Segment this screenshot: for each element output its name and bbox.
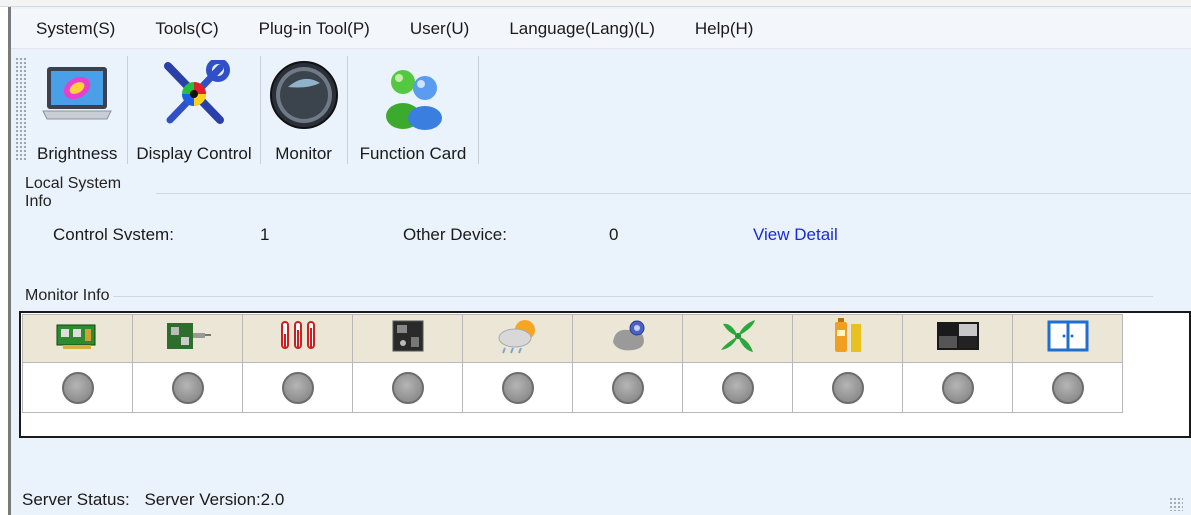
- status-indicator: [721, 371, 754, 404]
- status-cell: [572, 362, 683, 413]
- monitor-status-row: [22, 362, 1123, 413]
- other-device-label: Other Device:: [403, 225, 507, 244]
- status-indicator: [61, 371, 94, 404]
- display-control-label: Display Control: [136, 144, 252, 163]
- users-icon: [373, 60, 453, 130]
- temperature-icon: [242, 314, 353, 363]
- weather-icon: [462, 314, 573, 363]
- status-cell: [1012, 362, 1123, 413]
- resize-grip[interactable]: [1169, 497, 1183, 511]
- menu-plugin-tool[interactable]: Plug-in Tool(P): [235, 19, 386, 39]
- toolbar: Brightness Display Control Monitor Funct…: [11, 50, 1191, 170]
- monitor-button[interactable]: Monitor: [261, 56, 348, 164]
- local-system-info-title-text: Local System Info: [25, 175, 122, 210]
- toolbar-grip[interactable]: [15, 57, 27, 161]
- status-indicator: [281, 371, 314, 404]
- app-window: System(S) Tools(C) Plug-in Tool(P) User(…: [8, 7, 1191, 515]
- monitor-info-table: [19, 311, 1191, 438]
- circuit-board-icon: [352, 314, 463, 363]
- status-cell: [462, 362, 573, 413]
- status-cell: [132, 362, 243, 413]
- menu-help[interactable]: Help(H): [671, 19, 770, 39]
- cabinet-door-icon: [1012, 314, 1123, 363]
- monitor-label: Monitor: [275, 144, 332, 163]
- status-bar: Server Status: Server Version:2.0: [22, 490, 294, 510]
- brightness-button[interactable]: Brightness: [27, 56, 129, 164]
- power-supply-icon: [792, 314, 903, 363]
- function-card-label: Function Card: [359, 144, 467, 163]
- status-cell: [22, 362, 133, 413]
- display-control-button[interactable]: Display Control: [128, 56, 261, 164]
- receiving-card-icon: [22, 314, 133, 363]
- monitor-info-title-text: Monitor Info: [25, 287, 110, 304]
- window-top-edge: [0, 0, 1191, 7]
- menu-language[interactable]: Language(Lang)(L): [485, 19, 671, 39]
- status-cell: [792, 362, 903, 413]
- view-detail-link[interactable]: View Detail: [753, 225, 838, 245]
- menu-user[interactable]: User(U): [386, 19, 486, 39]
- network-card-icon: [132, 314, 243, 363]
- laptop-brightness-icon: [37, 60, 117, 130]
- status-cell: [352, 362, 463, 413]
- menu-system[interactable]: System(S): [11, 19, 131, 39]
- server-status-label: Server Status:: [22, 490, 130, 509]
- control-system-label: Control Svstem:: [53, 225, 174, 244]
- smoke-sensor-icon: [572, 314, 683, 363]
- local-system-info-title: Local System Info: [25, 175, 1191, 211]
- status-indicator: [171, 371, 204, 404]
- status-indicator: [391, 371, 424, 404]
- monitor-dome-icon: [267, 60, 341, 130]
- status-indicator: [501, 371, 534, 404]
- server-version: Server Version:2.0: [144, 490, 285, 509]
- status-indicator: [941, 371, 974, 404]
- status-cell: [242, 362, 353, 413]
- fan-icon: [682, 314, 793, 363]
- menu-bar: System(S) Tools(C) Plug-in Tool(P) User(…: [11, 9, 1191, 49]
- control-system-value: 1: [260, 225, 270, 244]
- other-device-value: 0: [609, 225, 619, 244]
- monitor-header-row: [22, 314, 1123, 363]
- tools-color-wheel-icon: [154, 60, 234, 130]
- menu-tools[interactable]: Tools(C): [131, 19, 234, 39]
- function-card-button[interactable]: Function Card: [348, 56, 480, 164]
- status-indicator: [1051, 371, 1084, 404]
- status-indicator: [611, 371, 644, 404]
- status-cell: [682, 362, 793, 413]
- status-cell: [902, 362, 1013, 413]
- screen-module-icon: [902, 314, 1013, 363]
- brightness-label: Brightness: [37, 144, 118, 163]
- monitor-info-title: Monitor Info: [25, 287, 1153, 305]
- status-indicator: [831, 371, 864, 404]
- local-system-info-row: Control Svstem: 1 Other Device: 0 View D…: [11, 225, 1191, 249]
